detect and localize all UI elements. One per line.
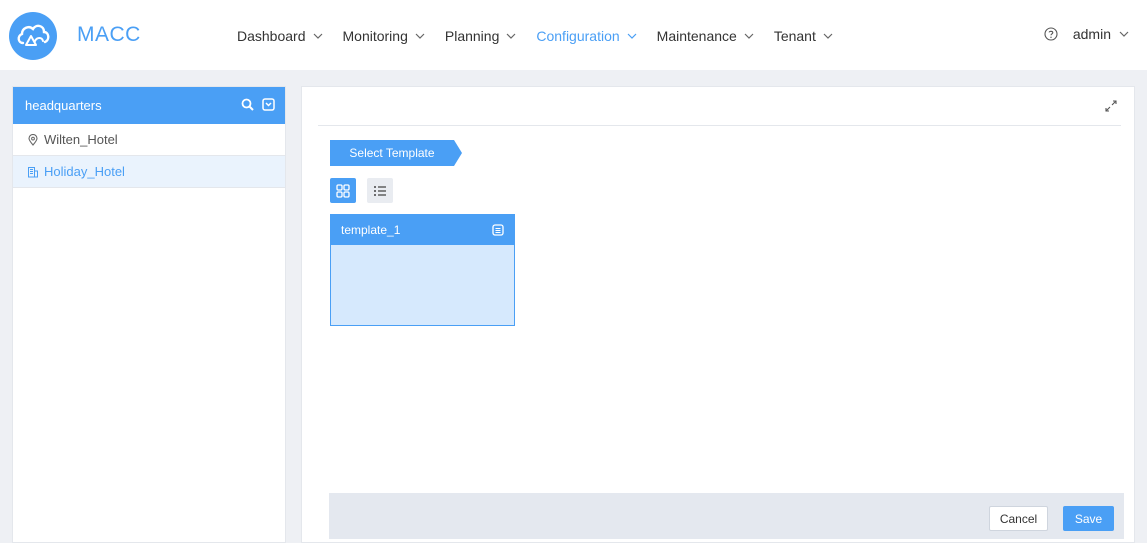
nav-planning[interactable]: Planning bbox=[445, 26, 517, 46]
user-menu[interactable]: admin bbox=[1044, 26, 1129, 42]
nav-label: Configuration bbox=[536, 28, 620, 44]
template-name: template_1 bbox=[341, 223, 401, 237]
chevron-down-icon bbox=[744, 33, 754, 39]
save-button[interactable]: Save bbox=[1063, 506, 1114, 531]
macc-cloud-logo-icon bbox=[9, 12, 57, 60]
action-footer: Cancel Save bbox=[329, 493, 1124, 539]
search-icon[interactable] bbox=[241, 98, 254, 111]
tree-root-label: headquarters bbox=[25, 98, 102, 113]
tree-item-wilten-hotel[interactable]: Wilten_Hotel bbox=[13, 124, 285, 156]
config-panel: Select Template template_1 Cancel Save bbox=[301, 86, 1135, 543]
chevron-down-icon bbox=[823, 33, 833, 39]
nav-label: Maintenance bbox=[656, 28, 737, 44]
chevron-down-icon bbox=[415, 33, 425, 39]
nav-label: Monitoring bbox=[342, 28, 408, 44]
divider bbox=[318, 125, 1121, 126]
nav-dashboard[interactable]: Dashboard bbox=[237, 26, 323, 46]
template-card[interactable]: template_1 bbox=[330, 214, 515, 326]
nav-label: Planning bbox=[444, 28, 500, 44]
top-navbar: MACC Dashboard Monitoring Planning Confi… bbox=[0, 0, 1147, 70]
tree-header[interactable]: headquarters bbox=[13, 87, 285, 124]
nav-configuration[interactable]: Configuration bbox=[536, 26, 637, 46]
details-icon[interactable] bbox=[492, 224, 504, 236]
nav-tenant[interactable]: Tenant bbox=[774, 26, 833, 46]
chevron-down-icon bbox=[1119, 31, 1129, 37]
step-select-template: Select Template bbox=[330, 140, 462, 166]
app-name: MACC bbox=[77, 23, 141, 46]
main-nav: Dashboard Monitoring Planning Configurat… bbox=[237, 26, 853, 46]
chevron-down-icon bbox=[313, 33, 322, 39]
nav-label: Dashboard bbox=[237, 28, 306, 44]
chevron-down-icon bbox=[627, 33, 637, 39]
list-view-button[interactable] bbox=[367, 178, 393, 203]
grid-view-button[interactable] bbox=[330, 178, 356, 203]
grid-view-icon bbox=[336, 183, 350, 198]
nav-monitoring[interactable]: Monitoring bbox=[343, 26, 425, 46]
username: admin bbox=[1072, 26, 1111, 42]
cancel-button[interactable]: Cancel bbox=[989, 506, 1048, 531]
expand-icon[interactable] bbox=[1105, 100, 1117, 112]
help-circle-icon[interactable] bbox=[1044, 27, 1058, 41]
location-pin-icon bbox=[28, 133, 38, 146]
location-tree-panel: headquarters Wilten_Hotel Holiday_Hotel bbox=[12, 86, 286, 543]
building-icon bbox=[28, 166, 38, 177]
chevron-down-icon bbox=[506, 33, 516, 39]
nav-maintenance[interactable]: Maintenance bbox=[657, 26, 754, 46]
collapse-icon[interactable] bbox=[262, 98, 275, 111]
nav-label: Tenant bbox=[773, 28, 816, 44]
template-card-header: template_1 bbox=[331, 215, 514, 245]
tree-item-label: Holiday_Hotel bbox=[44, 164, 125, 179]
tree-item-holiday-hotel[interactable]: Holiday_Hotel bbox=[13, 156, 285, 188]
step-label: Select Template bbox=[349, 146, 435, 160]
tree-item-label: Wilten_Hotel bbox=[44, 132, 118, 147]
list-view-icon bbox=[374, 185, 386, 196]
